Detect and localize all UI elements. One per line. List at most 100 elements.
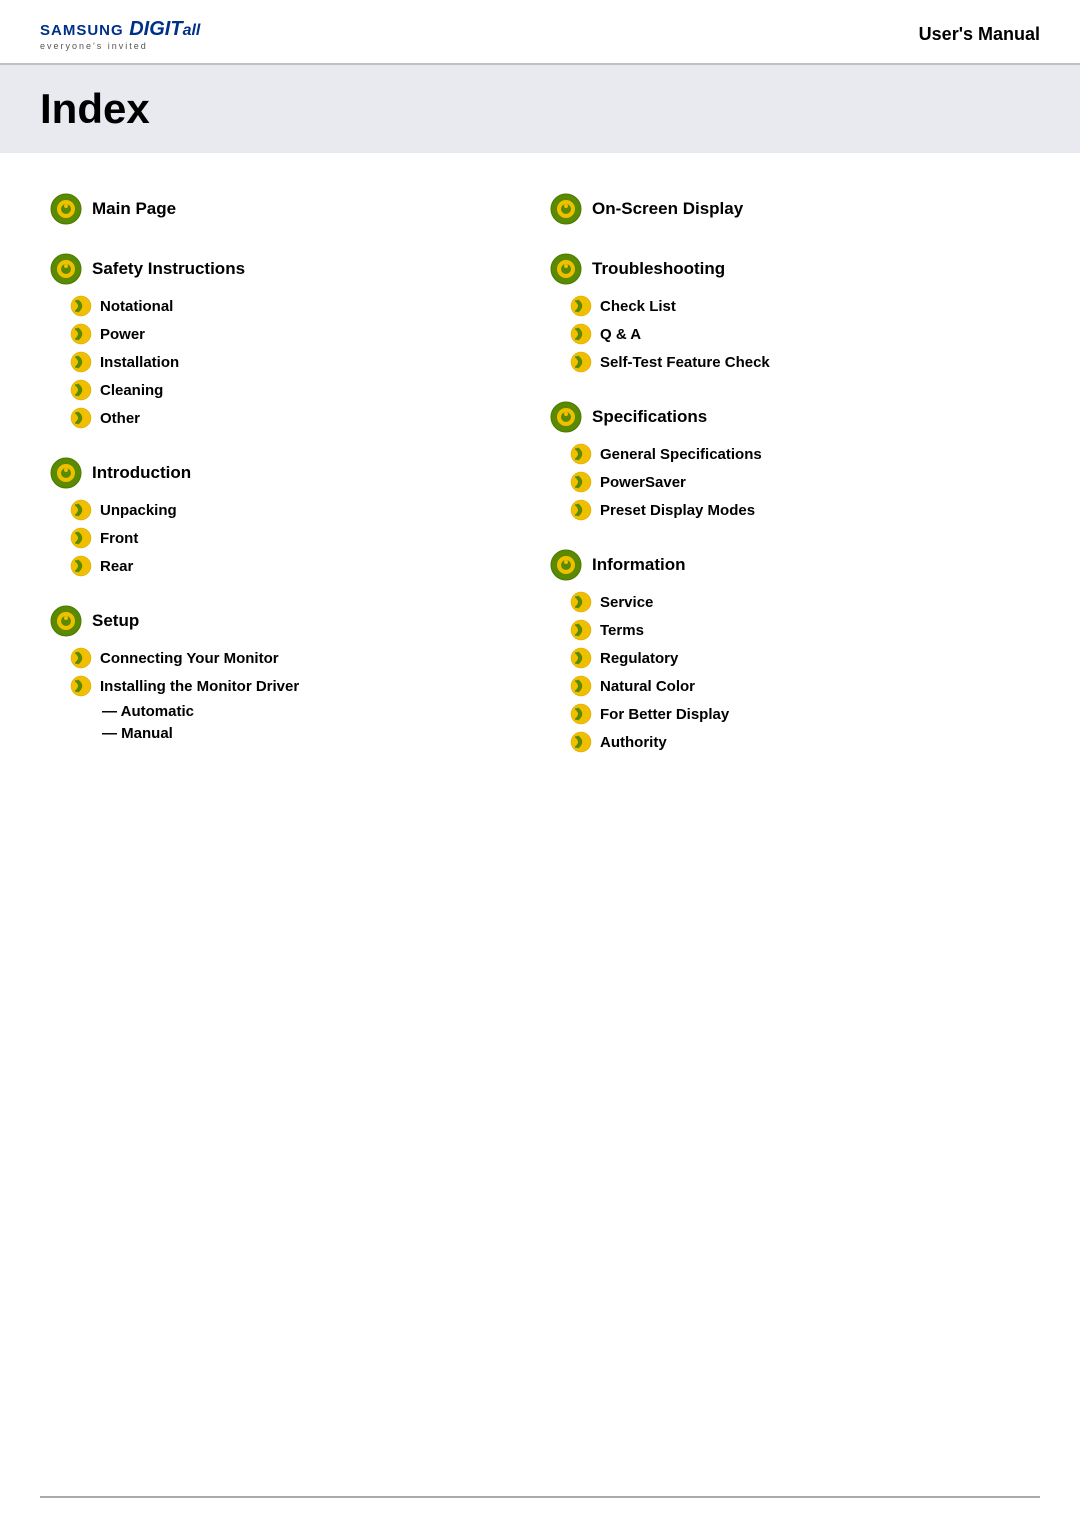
arrow-icon-rear xyxy=(70,555,92,577)
section-osd-header[interactable]: On-Screen Display xyxy=(550,193,1030,225)
checklist-label: Check List xyxy=(600,298,676,315)
general-specs-label: General Specifications xyxy=(600,446,762,463)
section-troubleshooting: Troubleshooting Check List Q & A xyxy=(550,253,1030,373)
samsung-label: SAMSUNG xyxy=(40,22,124,39)
preset-display-label: Preset Display Modes xyxy=(600,502,755,519)
section-information-header[interactable]: Information xyxy=(550,549,1030,581)
rear-label: Rear xyxy=(100,558,133,575)
arrow-icon-front xyxy=(70,527,92,549)
col-left: Main Page Safety Instructions xyxy=(40,183,540,791)
content-area: Main Page Safety Instructions xyxy=(0,163,1080,811)
automatic-label: — Automatic xyxy=(102,703,194,720)
sub-terms[interactable]: Terms xyxy=(570,619,1030,641)
arrow-icon-service xyxy=(570,591,592,613)
arrow-icon-qa xyxy=(570,323,592,345)
natural-color-label: Natural Color xyxy=(600,678,695,695)
monitor-icon-main-page xyxy=(50,193,82,225)
section-specifications: Specifications General Specifications Po… xyxy=(550,401,1030,521)
section-main-page-header[interactable]: Main Page xyxy=(50,193,530,225)
section-introduction-header[interactable]: Introduction xyxy=(50,457,530,489)
sub-powersaver[interactable]: PowerSaver xyxy=(570,471,1030,493)
arrow-icon-preset-display xyxy=(570,499,592,521)
arrow-icon-natural-color xyxy=(570,675,592,697)
authority-label: Authority xyxy=(600,734,667,751)
monitor-icon-setup xyxy=(50,605,82,637)
digit-label: DIGITall xyxy=(124,18,201,41)
power-label: Power xyxy=(100,326,145,343)
sub-unpacking[interactable]: Unpacking xyxy=(70,499,530,521)
sub-power[interactable]: Power xyxy=(70,323,530,345)
front-label: Front xyxy=(100,530,138,547)
monitor-icon-information xyxy=(550,549,582,581)
sub-selftest[interactable]: Self-Test Feature Check xyxy=(570,351,1030,373)
sub-regulatory[interactable]: Regulatory xyxy=(570,647,1030,669)
arrow-icon-better-display xyxy=(570,703,592,725)
cleaning-label: Cleaning xyxy=(100,382,163,399)
sub-better-display[interactable]: For Better Display xyxy=(570,703,1030,725)
qa-label: Q & A xyxy=(600,326,641,343)
information-label: Information xyxy=(592,555,686,575)
regulatory-label: Regulatory xyxy=(600,650,678,667)
arrow-icon-powersaver xyxy=(570,471,592,493)
sub-connecting[interactable]: Connecting Your Monitor xyxy=(70,647,530,669)
section-setup-header[interactable]: Setup xyxy=(50,605,530,637)
col-right: On-Screen Display Troubleshooting xyxy=(540,183,1040,791)
specifications-label: Specifications xyxy=(592,407,707,427)
sub-rear[interactable]: Rear xyxy=(70,555,530,577)
header-title: User's Manual xyxy=(919,24,1040,45)
section-safety: Safety Instructions Notational Power xyxy=(50,253,530,429)
other-label: Other xyxy=(100,410,140,427)
connecting-label: Connecting Your Monitor xyxy=(100,650,279,667)
setup-label: Setup xyxy=(92,611,139,631)
arrow-icon-terms xyxy=(570,619,592,641)
section-introduction: Introduction Unpacking Front xyxy=(50,457,530,577)
sub-service[interactable]: Service xyxy=(570,591,1030,613)
section-main-page: Main Page xyxy=(50,193,530,225)
unpacking-label: Unpacking xyxy=(100,502,177,519)
sub-preset-display[interactable]: Preset Display Modes xyxy=(570,499,1030,521)
terms-label: Terms xyxy=(600,622,644,639)
installing-label: Installing the Monitor Driver xyxy=(100,678,299,695)
logo-area: SAMSUNG DIGITall everyone's invited xyxy=(40,18,200,51)
arrow-icon-checklist xyxy=(570,295,592,317)
arrow-icon-notational xyxy=(70,295,92,317)
arrow-icon-power xyxy=(70,323,92,345)
sub-authority[interactable]: Authority xyxy=(570,731,1030,753)
sub-natural-color[interactable]: Natural Color xyxy=(570,675,1030,697)
powersaver-label: PowerSaver xyxy=(600,474,686,491)
monitor-icon-specifications xyxy=(550,401,582,433)
header: SAMSUNG DIGITall everyone's invited User… xyxy=(0,0,1080,65)
sub-manual[interactable]: — Manual xyxy=(102,725,530,742)
section-safety-header[interactable]: Safety Instructions xyxy=(50,253,530,285)
sub-checklist[interactable]: Check List xyxy=(570,295,1030,317)
sub-installing[interactable]: Installing the Monitor Driver xyxy=(70,675,530,697)
arrow-icon-installation xyxy=(70,351,92,373)
sub-other[interactable]: Other xyxy=(70,407,530,429)
arrow-icon-selftest xyxy=(570,351,592,373)
sub-cleaning[interactable]: Cleaning xyxy=(70,379,530,401)
monitor-icon-troubleshooting xyxy=(550,253,582,285)
arrow-icon-other xyxy=(70,407,92,429)
service-label: Service xyxy=(600,594,653,611)
section-troubleshooting-header[interactable]: Troubleshooting xyxy=(550,253,1030,285)
arrow-icon-unpacking xyxy=(70,499,92,521)
monitor-icon-introduction xyxy=(50,457,82,489)
section-specifications-header[interactable]: Specifications xyxy=(550,401,1030,433)
sub-automatic[interactable]: — Automatic xyxy=(102,703,530,720)
sub-qa[interactable]: Q & A xyxy=(570,323,1030,345)
sub-general-specs[interactable]: General Specifications xyxy=(570,443,1030,465)
sub-notational[interactable]: Notational xyxy=(70,295,530,317)
sub-front[interactable]: Front xyxy=(70,527,530,549)
footer-line xyxy=(40,1496,1040,1498)
selftest-label: Self-Test Feature Check xyxy=(600,354,770,371)
monitor-icon-safety xyxy=(50,253,82,285)
monitor-icon-osd xyxy=(550,193,582,225)
installation-label: Installation xyxy=(100,354,179,371)
sub-installation[interactable]: Installation xyxy=(70,351,530,373)
introduction-label: Introduction xyxy=(92,463,191,483)
arrow-icon-general-specs xyxy=(570,443,592,465)
index-title: Index xyxy=(40,85,150,132)
troubleshooting-label: Troubleshooting xyxy=(592,259,725,279)
better-display-label: For Better Display xyxy=(600,706,729,723)
manual-label: — Manual xyxy=(102,725,173,742)
